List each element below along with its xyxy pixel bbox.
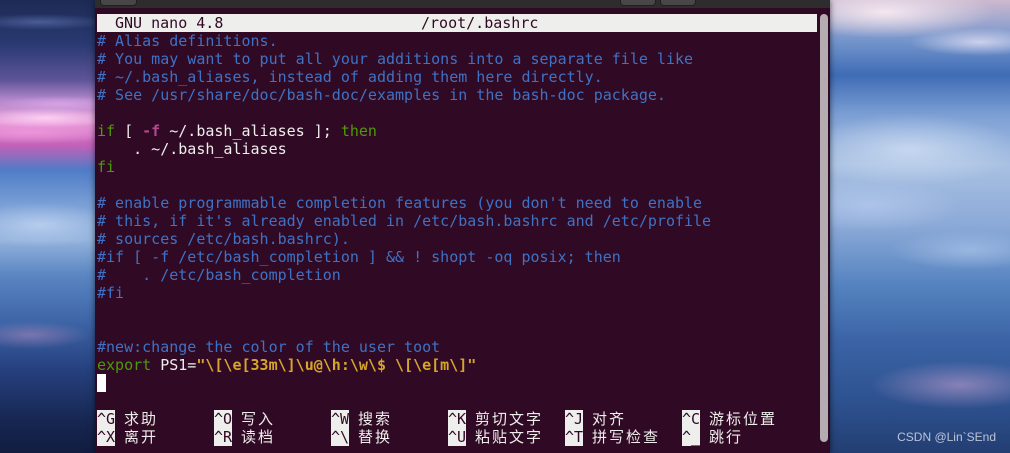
terminal-headerbar	[95, 0, 830, 8]
editor-text-area[interactable]: # Alias definitions. # You may want to p…	[97, 32, 817, 410]
code-comment: #new:change the color of the user toot	[97, 338, 441, 356]
nano-shortcut-bar: ^G 求助 ^O 写入 ^W 搜索 ^K 剪切文字 ^J 对齐 ^C 游标位置 …	[97, 410, 817, 446]
file-name: /root/.bashrc	[421, 14, 539, 32]
shortcut-label-cursor-position: 游标位置	[709, 410, 778, 428]
shortcut-key-justify: ^J	[565, 410, 584, 428]
code-string: "\[\e[33m\]\u@\h:\w\$ \[\e[m\]"	[196, 356, 477, 374]
editor-line: . ~/.bash_aliases	[97, 140, 287, 158]
code-comment: # You may want to put all your additions…	[97, 50, 694, 68]
editor-line: # You may want to put all your additions…	[97, 50, 693, 68]
editor-line: #new:change the color of the user toot	[97, 338, 440, 356]
code-comment: # sources /etc/bash.bashrc).	[97, 230, 350, 248]
code-text: ~/.bash_aliases ];	[160, 122, 341, 140]
nano-version: GNU nano 4.8	[115, 14, 224, 32]
editor-line: # this, if it's already enabled in /etc/…	[97, 212, 711, 230]
code-variable: PS1=	[151, 356, 197, 374]
shortcut-label-search: 搜索	[358, 410, 393, 428]
code-keyword-export: export	[97, 356, 152, 374]
code-comment: # this, if it's already enabled in /etc/…	[97, 212, 712, 230]
shortcut-label-help: 求助	[124, 410, 159, 428]
editor-line: #if [ -f /etc/bash_completion ] && ! sho…	[97, 248, 621, 266]
shortcut-key-help: ^G	[97, 410, 116, 428]
shortcut-label-spell-check: 拼写检查	[592, 428, 661, 446]
code-test-flag: -f	[142, 122, 161, 140]
headerbar-button-search[interactable]	[620, 0, 656, 6]
editor-line: export PS1= "\[\e[33m\]\u@\h:\w\$ \[\e[m…	[97, 356, 476, 374]
shortcut-key-exit: ^X	[97, 428, 116, 446]
desktop-wallpaper-left	[0, 0, 95, 453]
shortcut-key-go-to-line: ^_	[682, 428, 701, 446]
shortcut-label-cut: 剪切文字	[475, 410, 544, 428]
editor-line: # ~/.bash_aliases, instead of adding the…	[97, 68, 603, 86]
shortcut-key-replace: ^\	[331, 428, 350, 446]
shortcut-key-write: ^O	[214, 410, 233, 428]
code-comment: # . /etc/bash_completion	[97, 266, 341, 284]
code-comment: # enable programmable completion feature…	[97, 194, 703, 212]
headerbar-button-menu[interactable]	[660, 0, 696, 6]
shortcut-key-read-file: ^R	[214, 428, 233, 446]
code-text: . ~/.bash_aliases	[97, 140, 287, 158]
code-comment: # ~/.bash_aliases, instead of adding the…	[97, 68, 603, 86]
code-text: [	[115, 122, 143, 140]
editor-line: #fi	[97, 284, 124, 302]
terminal-scrollbar[interactable]	[820, 14, 828, 442]
shortcut-label-read-file: 读档	[241, 428, 276, 446]
shortcut-label-write: 写入	[241, 410, 276, 428]
code-comment: # Alias definitions.	[97, 32, 278, 50]
code-keyword-then: then	[340, 122, 377, 140]
editor-line: # . /etc/bash_completion	[97, 266, 341, 284]
watermark-text: CSDN @Lin`SEnd	[897, 430, 996, 444]
text-cursor	[97, 374, 106, 392]
editor-line: if [ -f ~/.bash_aliases ]; then	[97, 122, 377, 140]
editor-line: # enable programmable completion feature…	[97, 194, 702, 212]
shortcut-key-cursor-position: ^C	[682, 410, 701, 428]
shortcut-key-paste: ^U	[448, 428, 467, 446]
shortcut-label-paste: 粘贴文字	[475, 428, 544, 446]
shortcut-label-go-to-line: 跳行	[709, 428, 744, 446]
editor-line: # Alias definitions.	[97, 32, 278, 50]
editor-line: # See /usr/share/doc/bash-doc/examples i…	[97, 86, 666, 104]
shortcut-key-spell-check: ^T	[565, 428, 584, 446]
nano-title-bar: GNU nano 4.8 /root/.bashrc	[97, 14, 817, 32]
shortcut-label-exit: 离开	[124, 428, 159, 446]
editor-line: fi	[97, 158, 115, 176]
shortcut-label-replace: 替换	[358, 428, 393, 446]
code-comment: #if [ -f /etc/bash_completion ] && ! sho…	[97, 248, 621, 266]
shortcut-label-justify: 对齐	[592, 410, 627, 428]
code-keyword-fi: fi	[97, 158, 116, 176]
editor-line: # sources /etc/bash.bashrc).	[97, 230, 350, 248]
desktop-wallpaper-right	[830, 0, 1010, 453]
code-comment: #fi	[97, 284, 125, 302]
shortcut-key-cut: ^K	[448, 410, 467, 428]
terminal-window[interactable]: GNU nano 4.8 /root/.bashrc # Alias defin…	[95, 0, 830, 453]
code-keyword-if: if	[97, 122, 116, 140]
headerbar-button-left[interactable]	[100, 0, 137, 6]
shortcut-key-search: ^W	[331, 410, 350, 428]
code-comment: # See /usr/share/doc/bash-doc/examples i…	[97, 86, 666, 104]
